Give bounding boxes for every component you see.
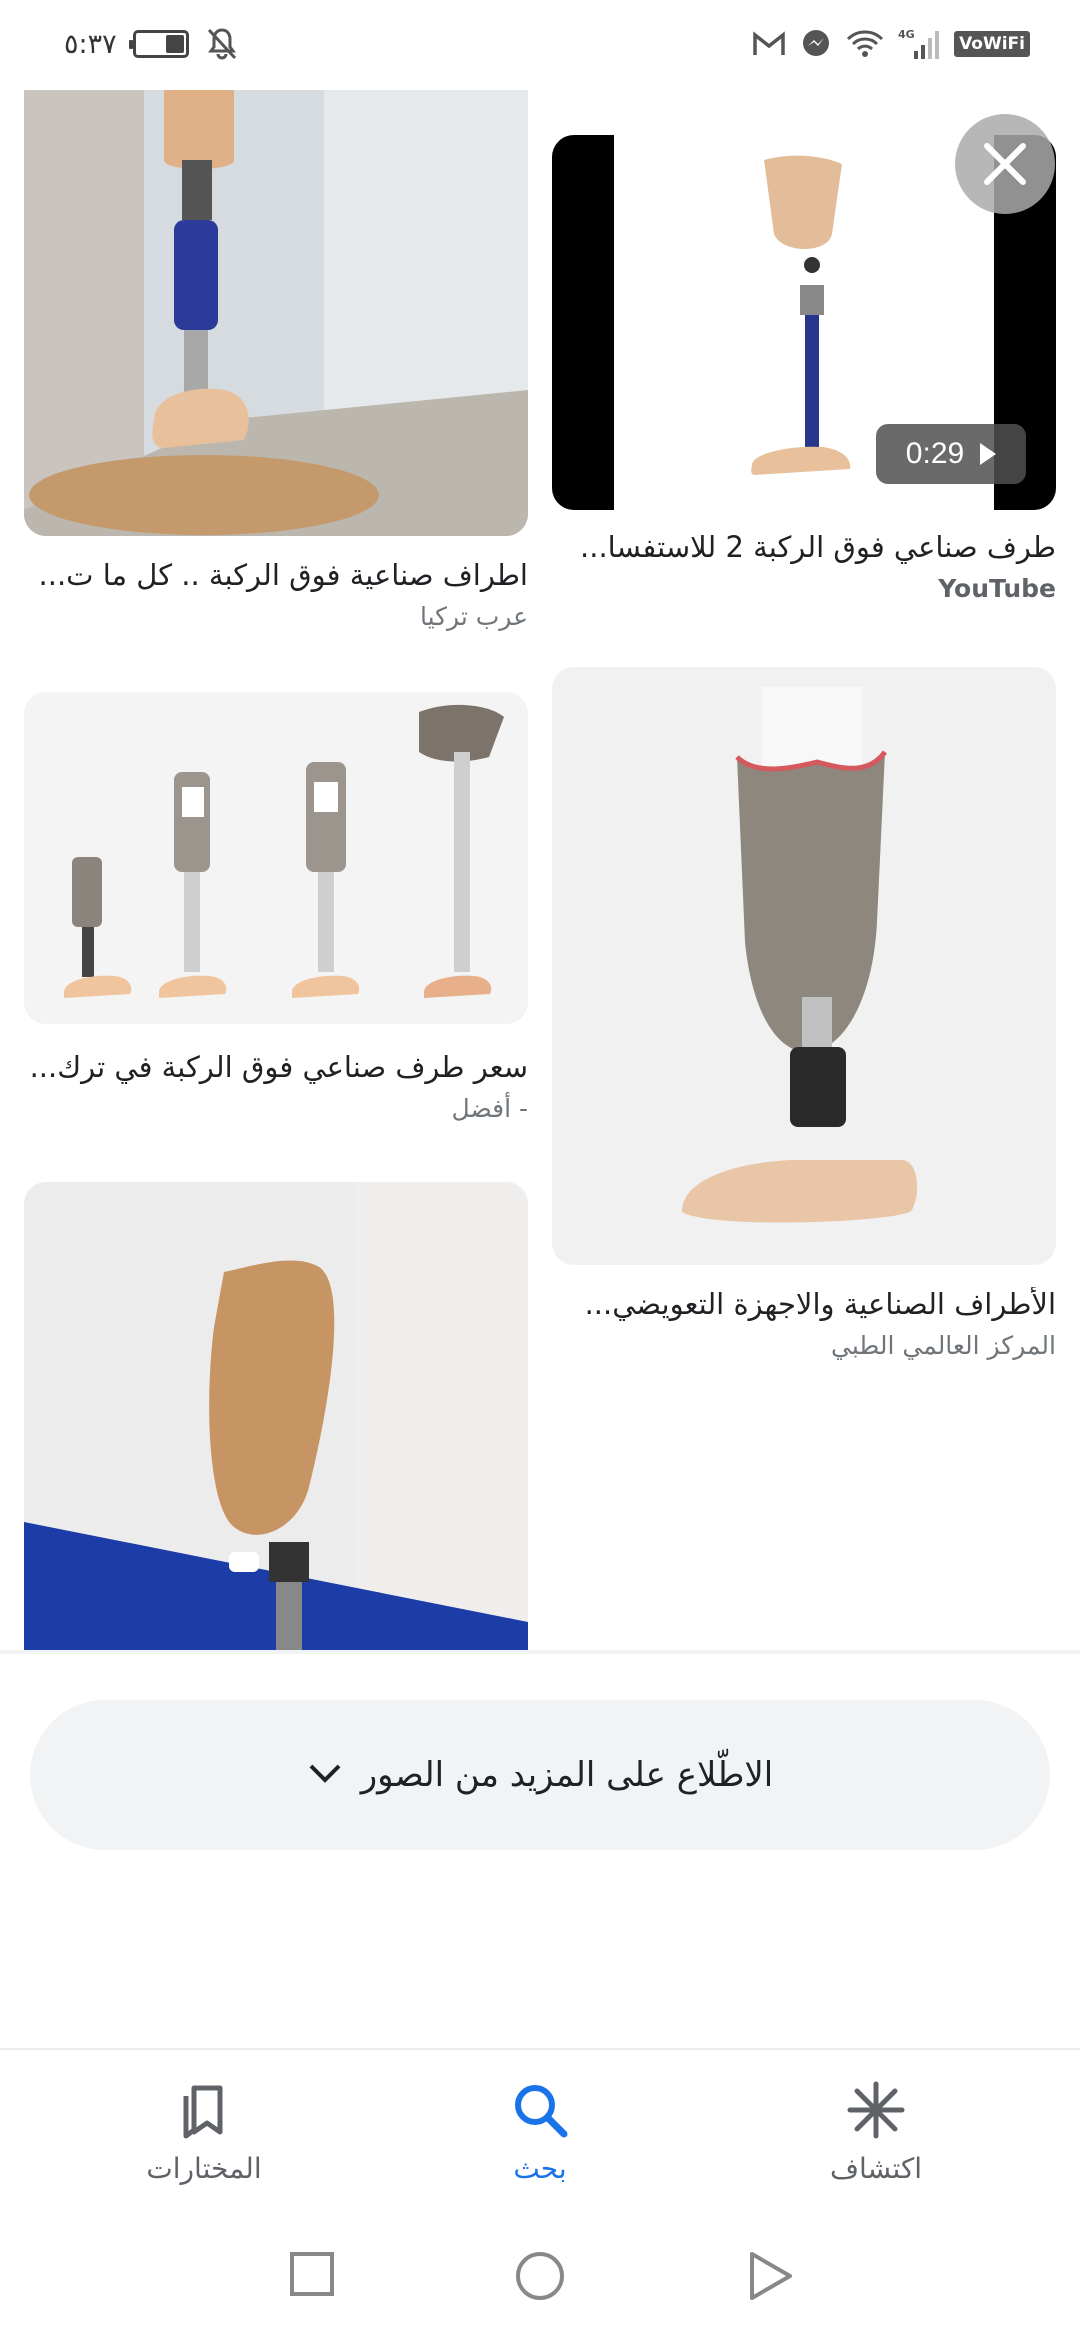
result-source: YouTube (938, 574, 1056, 603)
result-title[interactable]: طرف صناعي فوق الركبة 2 للاستفسا... (552, 530, 1056, 564)
play-icon (980, 443, 997, 465)
nav-tab-search[interactable]: بحث (430, 2080, 650, 2185)
status-time: ٥:٣٧ (64, 28, 117, 60)
search-icon (510, 2080, 570, 2144)
image-result-card[interactable]: سعر طرف صناعي فوق الركبة في ترك... - أفض… (24, 692, 528, 1132)
result-thumbnail[interactable] (24, 692, 528, 1024)
close-preview-button[interactable] (955, 114, 1055, 214)
result-title[interactable]: سعر طرف صناعي فوق الركبة في ترك... (24, 1050, 528, 1084)
video-duration-badge: 0:29 (876, 424, 1026, 484)
nav-label: اكتشاف (829, 2152, 923, 2185)
result-thumbnail[interactable] (24, 1182, 528, 1650)
square-icon (290, 2252, 334, 2296)
messenger-icon (800, 28, 832, 60)
circle-icon (516, 2252, 564, 2300)
result-thumbnail[interactable] (552, 667, 1056, 1265)
image-result-card[interactable] (24, 1182, 528, 1650)
image-result-card[interactable]: اطراف صناعية فوق الركبة .. كل ما ت... عر… (24, 90, 528, 640)
discover-asterisk-icon (846, 2080, 906, 2144)
signal-4g-icon: 4G (898, 27, 940, 61)
result-title[interactable]: الأطراف الصناعية والاجهزة التعويضي... (552, 1287, 1056, 1321)
wifi-icon (846, 29, 884, 59)
back-triangle-icon (750, 2252, 792, 2300)
see-more-images-button[interactable]: الاطّلاع على المزيد من الصور (30, 1700, 1050, 1850)
network-type-label: 4G (898, 28, 915, 41)
bottom-navigation: المختارات بحث اكتشاف (0, 2048, 1080, 2208)
gmail-icon (752, 30, 786, 58)
result-title[interactable]: اطراف صناعية فوق الركبة .. كل ما ت... (24, 558, 528, 592)
system-navigation-bar (0, 2220, 1080, 2340)
chevron-down-icon (307, 1761, 343, 1789)
home-button[interactable] (514, 2250, 566, 2306)
nav-tab-discover[interactable]: اكتشاف (766, 2080, 986, 2185)
back-button[interactable] (746, 2250, 794, 2306)
video-duration-label: 0:29 (905, 437, 965, 470)
vowifi-badge: VoWiFi (954, 31, 1030, 57)
result-source: عرب تركيا (419, 602, 528, 631)
image-result-card[interactable]: الأطراف الصناعية والاجهزة التعويضي... ال… (552, 667, 1056, 1367)
see-more-images-label: الاطّلاع على المزيد من الصور (360, 1755, 774, 1795)
close-icon (984, 143, 1026, 185)
nav-tab-bookmarks[interactable]: المختارات (94, 2080, 314, 2185)
result-source: - أفضل (451, 1094, 528, 1123)
result-source: المركز العالمي الطبي (831, 1331, 1056, 1360)
battery-icon (128, 30, 189, 58)
recents-button[interactable] (288, 2250, 336, 2302)
notifications-off-icon (205, 26, 239, 62)
section-divider (0, 1650, 1080, 1654)
nav-label: المختارات (146, 2152, 262, 2185)
bookmarks-icon (176, 2080, 232, 2144)
nav-label: بحث (513, 2152, 567, 2185)
status-bar: ٥:٣٧ 4G VoWiFi (0, 0, 1080, 90)
result-thumbnail[interactable] (24, 90, 528, 536)
